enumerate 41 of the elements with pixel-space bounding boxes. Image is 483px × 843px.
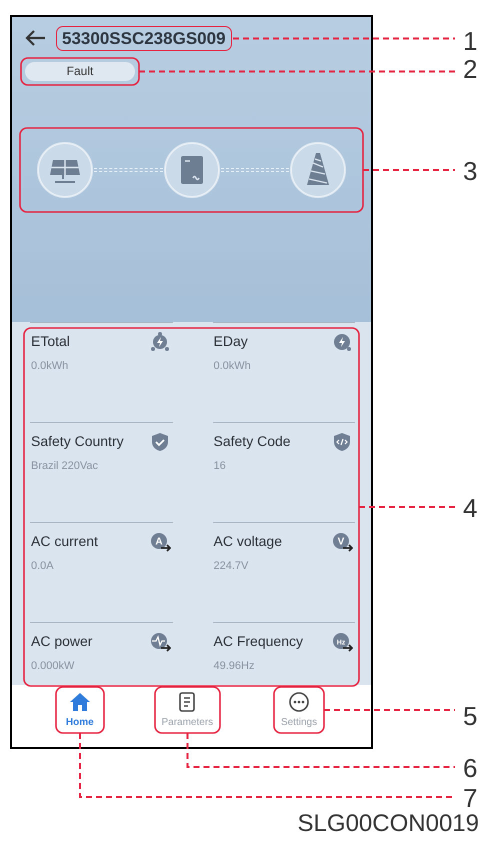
connector-line bbox=[94, 168, 162, 172]
back-icon[interactable] bbox=[24, 29, 46, 47]
card-value: 0.0kWh bbox=[214, 359, 251, 374]
device-serial-title: 53300SSC238GS009 bbox=[62, 30, 226, 46]
card-label: AC current bbox=[31, 532, 98, 551]
card-label: ETotal bbox=[31, 332, 70, 351]
callout-number: 5 bbox=[463, 703, 478, 729]
inverter-icon bbox=[162, 141, 220, 199]
more-icon bbox=[288, 691, 310, 713]
solar-panel-icon bbox=[36, 141, 94, 199]
lightning-nodes-icon bbox=[148, 331, 170, 353]
card-label: AC power bbox=[31, 632, 92, 651]
card-value: 0.0A bbox=[31, 559, 55, 574]
card-label: AC Frequency bbox=[214, 632, 303, 651]
card-label: Safety Country bbox=[31, 432, 124, 451]
callout-number: 2 bbox=[463, 56, 478, 82]
status-pill: Fault bbox=[25, 62, 135, 80]
lightning-icon bbox=[331, 331, 353, 353]
callout-number: 1 bbox=[463, 28, 478, 54]
callout-number: 6 bbox=[463, 755, 478, 781]
connector-line bbox=[220, 168, 289, 172]
card-value: Brazil 220Vac bbox=[31, 459, 100, 474]
nav-tab[interactable]: Settings bbox=[278, 691, 320, 732]
nav-tab[interactable]: Home bbox=[64, 691, 96, 732]
callout-number: 4 bbox=[463, 495, 478, 521]
pulse-arrow-icon bbox=[148, 631, 170, 653]
card-label: AC voltage bbox=[214, 532, 282, 551]
callout-number: 7 bbox=[463, 785, 478, 811]
nav-tab[interactable]: Parameters bbox=[159, 691, 216, 732]
card-value: 16 bbox=[214, 459, 227, 474]
card-value: 0.0kWh bbox=[31, 359, 70, 374]
power-tower-icon bbox=[289, 141, 347, 199]
card-value: 49.96Hz bbox=[214, 659, 256, 674]
card-label: EDay bbox=[214, 332, 249, 351]
card-label: Safety Code bbox=[214, 432, 291, 451]
card-value: 224.7V bbox=[214, 559, 250, 574]
shield-code-icon bbox=[331, 431, 353, 453]
home-icon bbox=[68, 691, 91, 713]
card-value: 0.000kW bbox=[31, 659, 76, 674]
callout-number: 3 bbox=[463, 158, 478, 184]
figure-code: SLG00CON0019 bbox=[298, 812, 479, 836]
